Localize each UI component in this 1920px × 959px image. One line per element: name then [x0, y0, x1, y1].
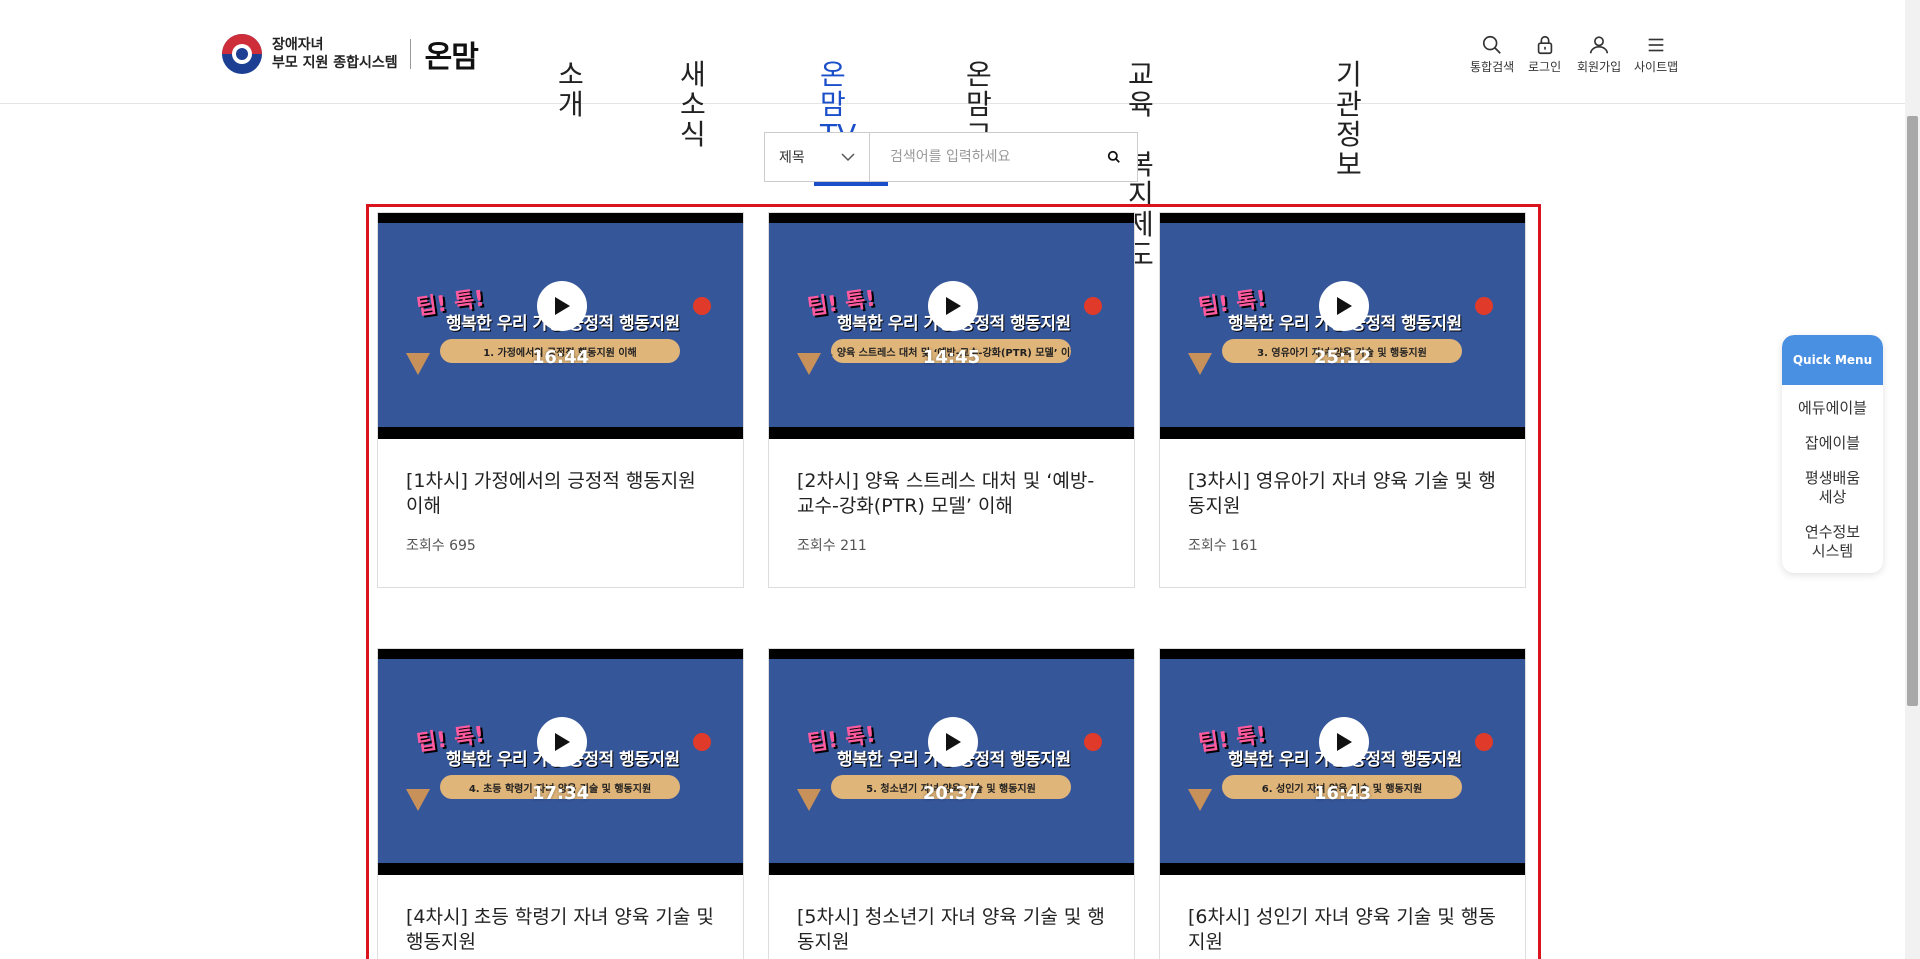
search-button[interactable] — [1091, 133, 1137, 181]
video-thumbnail[interactable]: 팁! 톡! 행복한 우리 가정 긍정적 행동지원 4. 초등 학령기 자녀 양육… — [378, 649, 743, 875]
bug-icon — [1475, 297, 1493, 315]
video-thumbnail[interactable]: 팁! 톡! 행복한 우리 가정 긍정적 행동지원 2. 양육 스트레스 대처 및… — [769, 213, 1134, 439]
search-field-selected: 제목 — [779, 150, 805, 166]
video-thumbnail[interactable]: 팁! 톡! 행복한 우리 가정 긍정적 행동지원 3. 영유아기 자녀 양육 기… — [1160, 213, 1525, 439]
video-views: 조회수 211 — [797, 538, 867, 554]
search-icon — [1483, 35, 1501, 54]
play-icon — [946, 297, 961, 315]
nav-active-indicator — [814, 182, 888, 186]
search-field-select[interactable]: 제목 — [765, 133, 870, 181]
logo-name: 온맘 — [424, 40, 479, 75]
nav-news[interactable]: 새소 식 — [680, 60, 706, 150]
search-bar: 제목 — [764, 132, 1138, 182]
page-scrollbar[interactable] — [1905, 0, 1920, 959]
quick-menu-item-lifelong-learning[interactable]: 평생배움 세상 — [1782, 461, 1883, 515]
video-title[interactable]: [5차시] 청소년기 자녀 양육 기술 및 행동지원 — [797, 905, 1106, 955]
video-title[interactable]: [1차시] 가정에서의 긍정적 행동지원 이해 — [406, 469, 715, 519]
scrollbar-thumb[interactable] — [1907, 116, 1918, 706]
logo-line1: 장애자녀 — [272, 37, 324, 53]
quick-menu-item-training-info[interactable]: 연수정보 시스템 — [1782, 515, 1883, 569]
nav-institution-info[interactable]: 기관 정보 — [1336, 60, 1362, 180]
video-duration: 17:34 — [531, 783, 590, 804]
quick-menu: Quick Menu 에듀에이블 잡에이블 평생배움 세상 연수정보 시스템 — [1782, 335, 1883, 573]
video-duration: 14:45 — [922, 347, 981, 368]
video-duration: 16:44 — [531, 347, 590, 368]
bug-icon — [1475, 733, 1493, 751]
util-login-label: 로그인 — [1528, 60, 1562, 74]
bug-icon — [693, 297, 711, 315]
play-button[interactable] — [928, 281, 978, 331]
logo-line2: 부모 지원 종합시스템 — [272, 55, 398, 71]
util-sitemap-label: 사이트맵 — [1634, 60, 1679, 74]
video-title[interactable]: [6차시] 성인기 자녀 양육 기술 및 행동지원 — [1188, 905, 1497, 955]
video-card[interactable]: 팁! 톡! 행복한 우리 가정 긍정적 행동지원 2. 양육 스트레스 대처 및… — [768, 212, 1135, 588]
site-logo[interactable]: 장애자녀 부모 지원 종합시스템 온맘 — [222, 32, 479, 76]
video-duration: 16:43 — [1313, 783, 1372, 804]
video-duration: 20:37 — [922, 783, 981, 804]
play-icon — [1337, 297, 1352, 315]
play-icon — [555, 297, 570, 315]
video-title[interactable]: [2차시] 양육 스트레스 대처 및 ‘예방-교수-강화(PTR) 모델’ 이해 — [797, 469, 1106, 519]
video-card[interactable]: 팁! 톡! 행복한 우리 가정 긍정적 행동지원 6. 성인기 자녀 양육 기술… — [1159, 648, 1526, 959]
video-thumbnail[interactable]: 팁! 톡! 행복한 우리 가정 긍정적 행동지원 5. 청소년기 자녀 양육 기… — [769, 649, 1134, 875]
util-search-label: 통합검색 — [1470, 60, 1515, 74]
video-title[interactable]: [4차시] 초등 학령기 자녀 양육 기술 및 행동지원 — [406, 905, 715, 955]
video-thumbnail[interactable]: 팁! 톡! 행복한 우리 가정 긍정적 행동지원 6. 성인기 자녀 양육 기술… — [1160, 649, 1525, 875]
video-thumbnail[interactable]: 팁! 톡! 행복한 우리 가정 긍정적 행동지원 1. 가정에서의 긍정적 행동… — [378, 213, 743, 439]
bug-icon — [1084, 297, 1102, 315]
video-card[interactable]: 팁! 톡! 행복한 우리 가정 긍정적 행동지원 3. 영유아기 자녀 양육 기… — [1159, 212, 1526, 588]
play-icon — [555, 733, 570, 751]
play-button[interactable] — [1319, 281, 1369, 331]
play-icon — [946, 733, 961, 751]
menu-icon — [1648, 38, 1664, 52]
quick-menu-item-eduable[interactable]: 에듀에이블 — [1782, 391, 1883, 426]
play-button[interactable] — [537, 281, 587, 331]
util-sitemap[interactable]: 사이트맵 — [1634, 34, 1678, 75]
play-icon — [1337, 733, 1352, 751]
bug-icon — [693, 733, 711, 751]
video-card[interactable]: 팁! 톡! 행복한 우리 가정 긍정적 행동지원 4. 초등 학령기 자녀 양육… — [377, 648, 744, 959]
util-search[interactable]: 통합검색 — [1470, 34, 1514, 75]
video-card[interactable]: 팁! 톡! 행복한 우리 가정 긍정적 행동지원 5. 청소년기 자녀 양육 기… — [768, 648, 1135, 959]
search-icon — [1107, 150, 1120, 163]
site-header: 장애자녀 부모 지원 종합시스템 온맘 통합검색 로그인 회원가입 사이트맵 — [0, 0, 1905, 104]
chevron-down-icon — [841, 152, 855, 161]
video-views: 조회수 695 — [406, 538, 476, 554]
quick-menu-item-jobable[interactable]: 잡에이블 — [1782, 426, 1883, 461]
user-icon — [1590, 36, 1609, 54]
quick-menu-title: Quick Menu — [1782, 335, 1883, 385]
util-login[interactable]: 로그인 — [1528, 34, 1561, 75]
government-emblem-icon — [222, 34, 262, 74]
search-input[interactable] — [870, 133, 1091, 181]
util-signup[interactable]: 회원가입 — [1577, 34, 1621, 75]
play-button[interactable] — [537, 717, 587, 767]
nav-intro[interactable]: 소개 — [558, 60, 584, 120]
util-signup-label: 회원가입 — [1577, 60, 1622, 74]
play-button[interactable] — [1319, 717, 1369, 767]
video-duration: 25:12 — [1313, 347, 1372, 368]
play-button[interactable] — [928, 717, 978, 767]
video-views: 조회수 161 — [1188, 538, 1258, 554]
bug-icon — [1084, 733, 1102, 751]
video-title[interactable]: [3차시] 영유아기 자녀 양육 기술 및 행동지원 — [1188, 469, 1497, 519]
lock-icon — [1537, 35, 1552, 55]
video-card[interactable]: 팁! 톡! 행복한 우리 가정 긍정적 행동지원 1. 가정에서의 긍정적 행동… — [377, 212, 744, 588]
logo-divider — [409, 39, 411, 69]
